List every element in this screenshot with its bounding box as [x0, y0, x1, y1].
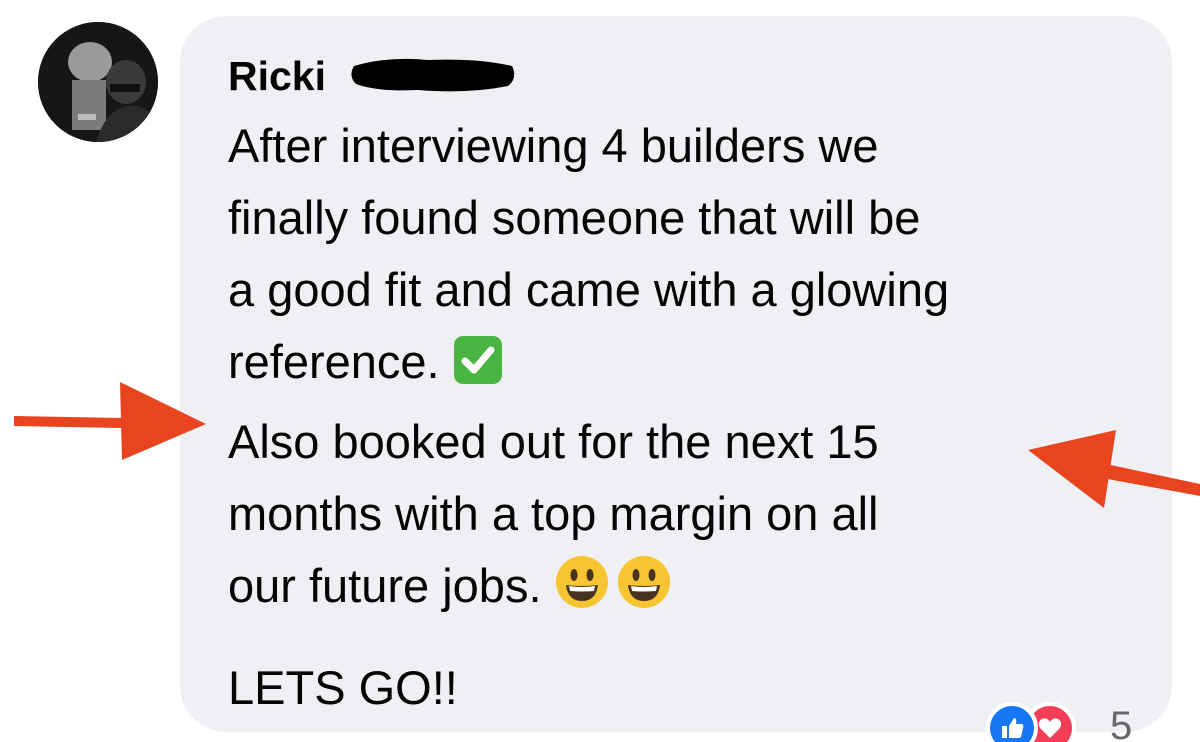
- comment-line-text: our future jobs.: [228, 559, 542, 612]
- author-name[interactable]: Ricki: [228, 52, 326, 100]
- like-icon: [986, 702, 1038, 742]
- comment-line-with-emojis: our future jobs.: [228, 550, 1158, 630]
- comment-screenshot: Ricki After interviewing 4 builders we f…: [0, 0, 1200, 742]
- reaction-count: 5: [1110, 704, 1133, 742]
- avatar[interactable]: [38, 22, 158, 142]
- redaction-mark: [351, 58, 515, 92]
- comment-line: months with a top margin on all: [228, 487, 879, 540]
- red-arrow-right-icon: [14, 382, 206, 460]
- comment-body: After interviewing 4 builders we finally…: [228, 110, 1158, 724]
- red-arrow-left-icon: [1028, 430, 1200, 508]
- comment-line-text: reference.: [228, 335, 440, 388]
- avatar-photo: [38, 22, 158, 142]
- comment-line: Also booked out for the next 15: [228, 415, 879, 468]
- grinning-face-emoji: [554, 554, 610, 630]
- comment-line: finally found someone that will be: [228, 191, 921, 244]
- grinning-face-emoji: [616, 554, 672, 630]
- comment-line: a good fit and came with a glowing: [228, 263, 950, 316]
- check-mark-emoji: [452, 334, 504, 406]
- comment-line: After interviewing 4 builders we: [228, 119, 879, 172]
- comment-line-with-check: reference.: [228, 326, 1158, 406]
